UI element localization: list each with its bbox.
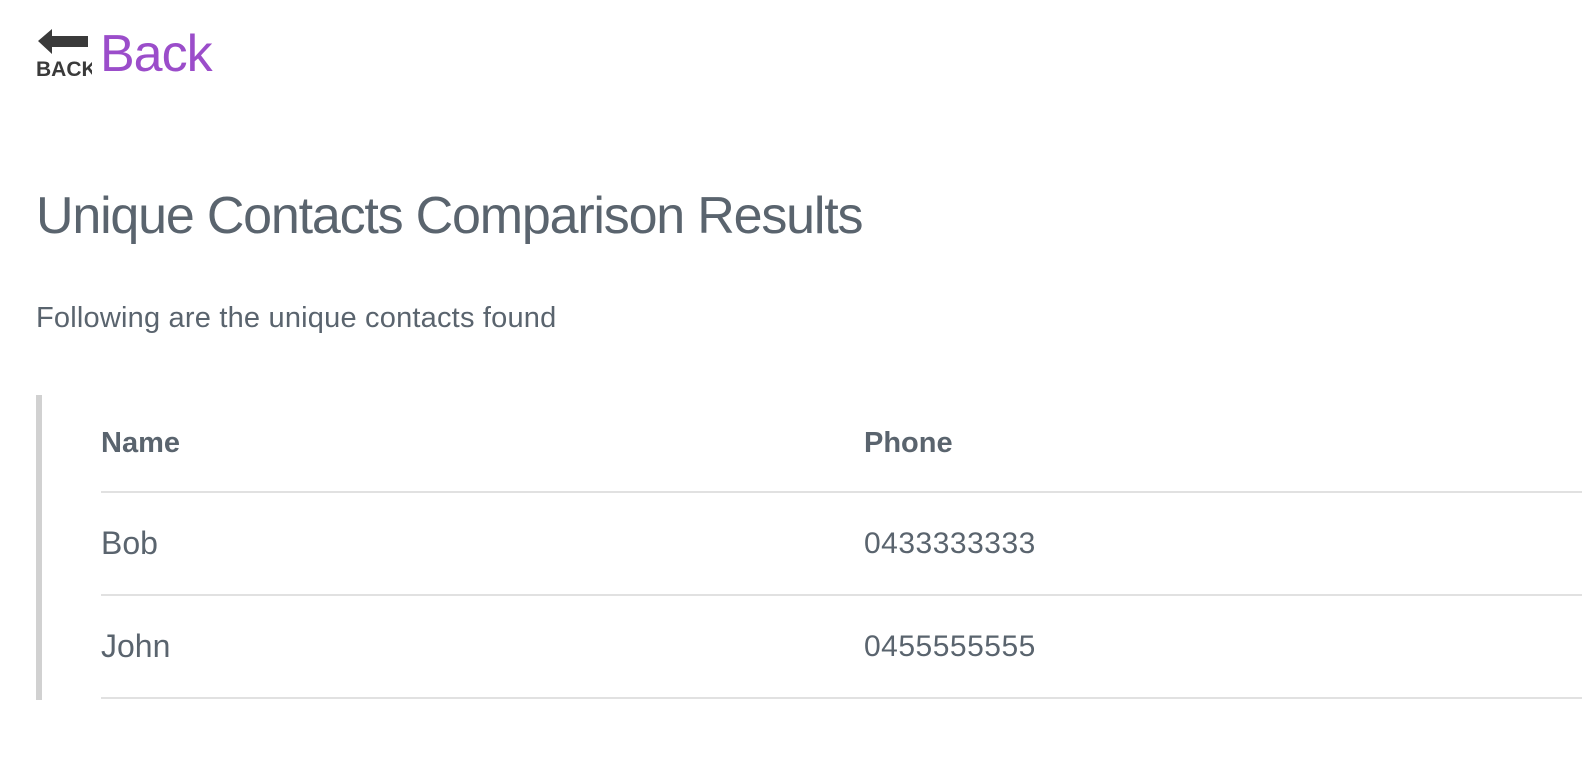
contact-phone-cell: 0433333333 — [864, 492, 1582, 596]
contact-name-cell: Bob — [101, 492, 864, 596]
contact-name-cell: John — [101, 595, 864, 699]
contact-phone-cell: 0455555555 — [864, 595, 1582, 699]
svg-text:BACK: BACK — [36, 58, 92, 80]
back-arrow-icon[interactable]: BACK — [36, 28, 92, 80]
table-header-row: Name Phone — [101, 395, 1582, 493]
back-label[interactable]: Back — [100, 28, 213, 80]
page-subtitle: Following are the unique contacts found — [36, 302, 557, 334]
table-row: John 0455555555 — [101, 595, 1582, 699]
back-link[interactable]: BACK Back — [36, 28, 213, 80]
column-header-phone: Phone — [864, 395, 1582, 493]
column-header-name: Name — [101, 395, 864, 493]
contacts-table: Name Phone Bob 0433333333 John 045555555… — [101, 395, 1582, 699]
page-title: Unique Contacts Comparison Results — [36, 187, 863, 245]
table-row: Bob 0433333333 — [101, 492, 1582, 596]
results-table-container: Name Phone Bob 0433333333 John 045555555… — [36, 395, 1582, 700]
